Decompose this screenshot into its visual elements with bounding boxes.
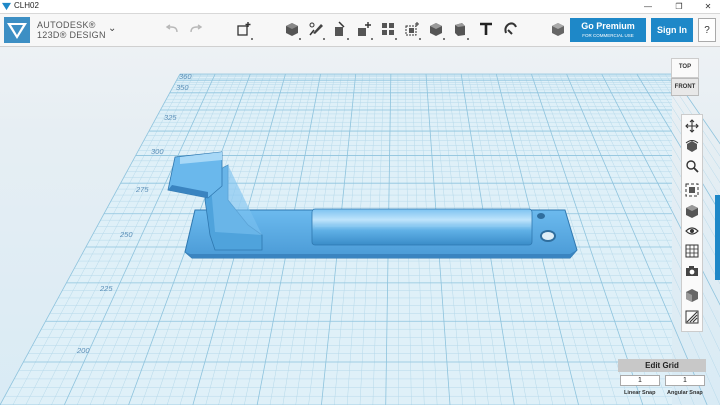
grid-label: 360	[179, 72, 192, 81]
modify-icon[interactable]	[354, 18, 374, 40]
undo-icon[interactable]	[162, 18, 182, 40]
edit-grid-button[interactable]: Edit Grid	[618, 359, 706, 372]
measure-icon[interactable]	[450, 18, 470, 40]
app-icon	[2, 2, 11, 11]
view-cube[interactable]: TOP FRONT	[671, 58, 699, 96]
settings-brush-icon[interactable]	[684, 309, 700, 325]
go-premium-button[interactable]: Go Premium FOR COMMERCIAL USE	[570, 18, 646, 42]
materials-icon[interactable]	[548, 18, 568, 40]
angular-snap-input[interactable]: 1	[665, 375, 705, 386]
view-cube-top[interactable]: TOP	[671, 58, 699, 78]
construct-icon[interactable]	[330, 18, 350, 40]
grid-label: 300	[151, 147, 164, 156]
redo-icon[interactable]	[186, 18, 206, 40]
viewport-canvas[interactable]	[0, 47, 720, 405]
camera-icon[interactable]	[684, 263, 700, 279]
navigation-bar	[681, 114, 703, 332]
help-button[interactable]: ?	[698, 18, 716, 42]
combine-icon[interactable]	[426, 18, 446, 40]
grouping-icon[interactable]	[402, 18, 422, 40]
main-toolbar: AUTODESK® 123D® DESIGN ⌄ Go Premium FOR …	[0, 14, 720, 47]
grid-label: 325	[164, 113, 177, 122]
premium-label: Go Premium	[581, 21, 635, 31]
sign-in-button[interactable]: Sign In	[651, 18, 693, 42]
grid-label: 275	[136, 185, 149, 194]
visibility-icon[interactable]	[684, 223, 700, 239]
autodesk-logo[interactable]	[4, 17, 30, 43]
transform-icon[interactable]	[234, 18, 254, 40]
grid-label: 225	[100, 284, 113, 293]
linear-snap-input[interactable]: 1	[620, 375, 660, 386]
view-cube-front[interactable]: FRONT	[671, 78, 699, 96]
brand-product: 123D® DESIGN	[37, 30, 106, 40]
orbit-icon[interactable]	[684, 138, 700, 154]
text-icon[interactable]	[476, 18, 496, 40]
grid-label: 350	[176, 83, 189, 92]
close-button[interactable]: ✕	[698, 0, 718, 13]
material-preview-icon[interactable]	[684, 287, 700, 303]
chevron-down-icon[interactable]: ⌄	[108, 23, 116, 34]
fit-icon[interactable]	[684, 182, 700, 198]
window-titlebar: CLH02 — ❐ ✕	[0, 0, 720, 14]
grid-label: 200	[77, 346, 90, 355]
linear-snap-label: Linear Snap	[624, 390, 656, 396]
grid-label: 250	[120, 230, 133, 239]
primitives-icon[interactable]	[282, 18, 302, 40]
view-mode-icon[interactable]	[684, 203, 700, 219]
grid-toggle-icon[interactable]	[684, 243, 700, 259]
side-panel-tab[interactable]	[715, 195, 720, 280]
snap-icon[interactable]	[500, 18, 520, 40]
sketch-icon[interactable]	[306, 18, 326, 40]
premium-sub-label: FOR COMMERCIAL USE	[582, 33, 634, 38]
zoom-icon[interactable]	[684, 158, 700, 174]
maximize-button[interactable]: ❐	[669, 0, 689, 13]
angular-snap-label: Angular Snap	[667, 390, 703, 396]
pattern-icon[interactable]	[378, 18, 398, 40]
minimize-button[interactable]: —	[638, 0, 658, 13]
pan-icon[interactable]	[684, 118, 700, 134]
window-title: CLH02	[14, 1, 39, 10]
brand-company: AUTODESK®	[37, 20, 96, 30]
